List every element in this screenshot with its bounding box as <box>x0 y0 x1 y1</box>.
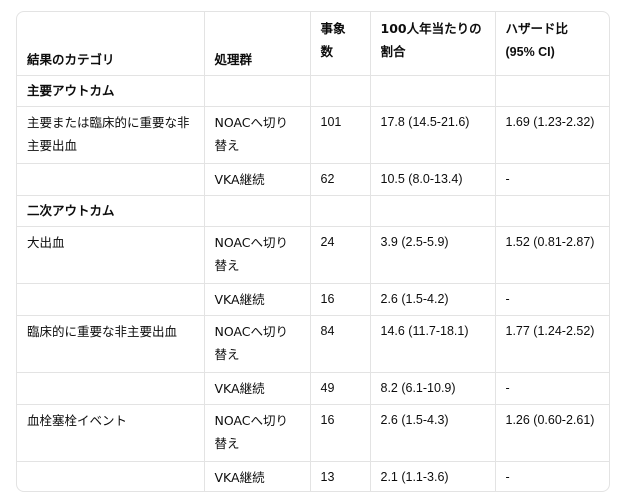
header-events-line1: 事象 <box>320 21 346 36</box>
cell-rate: 14.6 (11.7-18.1) <box>370 315 496 373</box>
cell-group: NOACへ切り替え <box>204 315 311 373</box>
cell-category <box>17 461 205 491</box>
cell-rate: 2.6 (1.5-4.3) <box>370 404 496 462</box>
results-table: 結果のカテゴリ 処理群 事象 数 100人年当たりの 割合 ハザード比 (95%… <box>17 12 609 491</box>
section-title: 主要アウトカム <box>17 75 205 107</box>
cell-events: 13 <box>310 461 371 491</box>
table-row: 臨床的に重要な非主要出血 NOACへ切り替え 84 14.6 (11.7-18.… <box>17 315 609 373</box>
empty-cell <box>495 195 609 227</box>
cell-category: 血栓塞栓イベント <box>17 404 205 462</box>
cell-category: 大出血 <box>17 226 205 284</box>
empty-cell <box>204 195 311 227</box>
cell-category <box>17 163 205 196</box>
cell-rate: 2.6 (1.5-4.2) <box>370 283 496 316</box>
table-row: VKA継続 62 10.5 (8.0-13.4) - <box>17 163 609 196</box>
header-hazard-ratio: ハザード比 (95% CI) <box>495 12 609 76</box>
cell-hr: - <box>495 372 609 405</box>
cell-hr: 1.77 (1.24-2.52) <box>495 315 609 373</box>
cell-group: VKA継続 <box>204 461 311 491</box>
cell-rate: 3.9 (2.5-5.9) <box>370 226 496 284</box>
cell-group: VKA継続 <box>204 372 311 405</box>
cell-rate: 10.5 (8.0-13.4) <box>370 163 496 196</box>
empty-cell <box>310 195 371 227</box>
section-row-primary: 主要アウトカム <box>17 75 609 107</box>
cell-rate: 2.1 (1.1-3.6) <box>370 461 496 491</box>
section-row-secondary: 二次アウトカム <box>17 195 609 227</box>
cell-events: 16 <box>310 404 371 462</box>
table-body: 主要アウトカム 主要または臨床的に重要な非主要出血 NOACへ切り替え 101 … <box>17 75 609 491</box>
cell-events: 101 <box>310 106 371 164</box>
cell-hr: 1.69 (1.23-2.32) <box>495 106 609 164</box>
cell-group: NOACへ切り替え <box>204 404 311 462</box>
cell-category: 臨床的に重要な非主要出血 <box>17 315 205 373</box>
cell-hr: - <box>495 283 609 316</box>
cell-group: VKA継続 <box>204 283 311 316</box>
header-group: 処理群 <box>204 12 311 76</box>
cell-events: 16 <box>310 283 371 316</box>
cell-hr: 1.52 (0.81-2.87) <box>495 226 609 284</box>
cell-group: NOACへ切り替え <box>204 226 311 284</box>
cell-events: 24 <box>310 226 371 284</box>
header-events: 事象 数 <box>310 12 371 76</box>
empty-cell <box>495 75 609 107</box>
cell-events: 49 <box>310 372 371 405</box>
section-title: 二次アウトカム <box>17 195 205 227</box>
table-header: 結果のカテゴリ 処理群 事象 数 100人年当たりの 割合 ハザード比 (95%… <box>17 12 609 76</box>
empty-cell <box>310 75 371 107</box>
cell-hr: - <box>505 469 510 484</box>
header-rate-line2: 割合 <box>380 44 406 59</box>
cell-category: 主要または臨床的に重要な非主要出血 <box>17 106 205 164</box>
cell-category <box>17 283 205 316</box>
table-row: VKA継続 13 2.1 (1.1-3.6) - <box>17 461 609 491</box>
header-hr-line2: (95% CI) <box>505 45 555 59</box>
table-row: VKA継続 49 8.2 (6.1-10.9) - <box>17 372 609 405</box>
header-rate: 100人年当たりの 割合 <box>370 12 496 76</box>
empty-cell <box>370 75 496 107</box>
cell-events: 84 <box>310 315 371 373</box>
cell-group: VKA継続 <box>204 163 311 196</box>
empty-cell <box>204 75 311 107</box>
cell-group: NOACへ切り替え <box>204 106 311 164</box>
header-events-line2: 数 <box>320 44 334 59</box>
cell-hr: - <box>495 163 609 196</box>
header-category: 結果のカテゴリ <box>17 12 205 76</box>
table-row: VKA継続 16 2.6 (1.5-4.2) - <box>17 283 609 316</box>
header-hr-line1: ハザード比 <box>505 21 569 36</box>
cell-hr: 1.26 (0.60-2.61) <box>495 404 609 462</box>
header-row: 結果のカテゴリ 処理群 事象 数 100人年当たりの 割合 ハザード比 (95%… <box>17 12 609 76</box>
cell-category <box>17 372 205 405</box>
empty-cell <box>370 195 496 227</box>
cell-rate: 17.8 (14.5-21.6) <box>370 106 496 164</box>
table-row: 大出血 NOACへ切り替え 24 3.9 (2.5-5.9) 1.52 (0.8… <box>17 226 609 284</box>
table-row: 血栓塞栓イベント NOACへ切り替え 16 2.6 (1.5-4.3) 1.26… <box>17 404 609 462</box>
cell-events: 62 <box>310 163 371 196</box>
results-table-container: 結果のカテゴリ 処理群 事象 数 100人年当たりの 割合 ハザード比 (95%… <box>16 11 610 492</box>
header-rate-line1: 100人年当たりの <box>380 21 482 36</box>
table-row: 主要または臨床的に重要な非主要出血 NOACへ切り替え 101 17.8 (14… <box>17 106 609 164</box>
cell-rate: 8.2 (6.1-10.9) <box>370 372 496 405</box>
